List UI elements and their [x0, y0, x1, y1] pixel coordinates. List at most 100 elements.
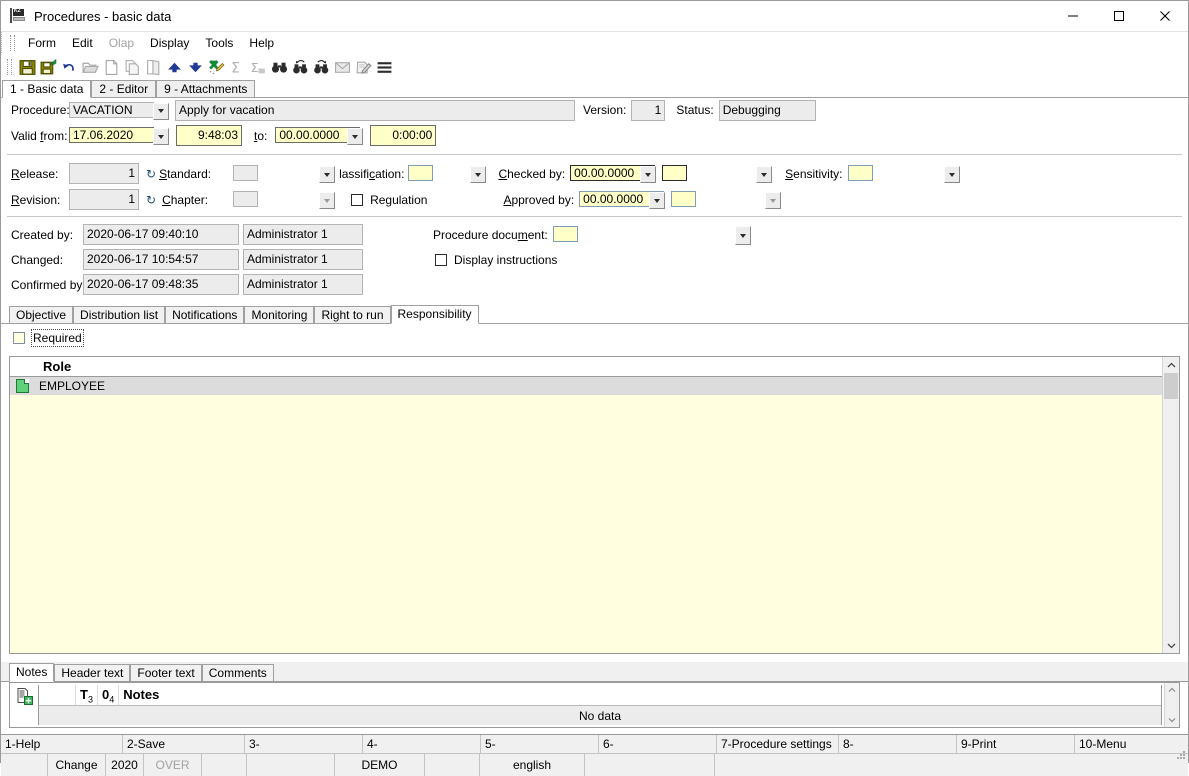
notes-column-0[interactable]: 04 — [98, 685, 119, 705]
chapter-history-icon[interactable]: ↻ — [146, 193, 156, 207]
fkey-6[interactable]: 6- — [599, 735, 717, 753]
chevron-down-icon[interactable] — [347, 128, 363, 145]
fkey-2-save[interactable]: 2-Save — [123, 735, 245, 753]
notes-column-t[interactable]: T3 — [76, 685, 98, 705]
approved-by-date-combo[interactable]: 00.00.0000 — [579, 190, 667, 209]
chevron-down-icon[interactable] — [153, 103, 169, 120]
notes-grid-header: T3 04 Notes — [39, 685, 1161, 706]
menu-drag-handle[interactable] — [10, 35, 15, 51]
required-checkbox[interactable] — [13, 332, 25, 344]
classification-value[interactable] — [408, 165, 433, 181]
valid-to-time-value[interactable]: 0:00:00 — [370, 125, 436, 146]
notes-scroll-up-icon[interactable] — [1168, 683, 1176, 697]
sensitivity-combo[interactable] — [848, 164, 962, 183]
chevron-down-icon[interactable] — [319, 192, 335, 209]
checked-by-date-combo[interactable]: 00.00.0000 — [570, 164, 658, 183]
export-excel-icon[interactable] — [206, 57, 227, 78]
status-cell-mode: Change — [48, 754, 106, 776]
find-next-icon[interactable] — [311, 57, 332, 78]
fkey-8[interactable]: 8- — [839, 735, 957, 753]
fkey-10-menu[interactable]: 10-Menu — [1075, 735, 1188, 753]
close-button[interactable] — [1142, 1, 1188, 31]
tab-basic-data[interactable]: 1 - Basic data — [2, 80, 91, 98]
approved-by-user-value[interactable] — [671, 191, 696, 207]
fkey-3[interactable]: 3- — [245, 735, 363, 753]
menu-icon[interactable] — [374, 57, 395, 78]
find-previous-icon[interactable] — [290, 57, 311, 78]
standard-value[interactable] — [233, 165, 258, 181]
procedure-document-combo[interactable] — [553, 224, 753, 245]
classification-combo[interactable] — [408, 164, 488, 183]
menu-help[interactable]: Help — [241, 34, 282, 52]
save-icon[interactable] — [17, 57, 38, 78]
notes-tab-footer-text[interactable]: Footer text — [130, 664, 201, 681]
down-arrow-icon[interactable] — [185, 57, 206, 78]
chevron-down-icon[interactable] — [735, 226, 751, 245]
fkey-4[interactable]: 4- — [363, 735, 481, 753]
tab-attachments[interactable]: 9 - Attachments — [156, 80, 255, 97]
tab-editor[interactable]: 2 - Editor — [91, 80, 156, 97]
sensitivity-value[interactable] — [848, 165, 873, 181]
chevron-down-icon[interactable] — [756, 166, 772, 183]
menu-edit[interactable]: Edit — [64, 34, 101, 52]
notes-column-notes[interactable]: Notes — [119, 685, 1161, 705]
chevron-down-icon[interactable] — [765, 192, 781, 209]
up-arrow-icon[interactable] — [164, 57, 185, 78]
table-row[interactable]: EMPLOYEE — [10, 377, 1179, 395]
chapter-combo[interactable] — [233, 190, 337, 209]
subtab-responsibility[interactable]: Responsibility — [391, 305, 479, 324]
chevron-down-icon[interactable] — [640, 166, 656, 183]
undo-icon[interactable] — [59, 57, 80, 78]
valid-to-date-combo[interactable]: 00.00.0000 — [275, 126, 365, 145]
find-icon[interactable] — [269, 57, 290, 78]
subtab-distribution-list[interactable]: Distribution list — [73, 306, 165, 323]
scroll-up-icon[interactable] — [1163, 357, 1179, 373]
menu-form[interactable]: Form — [20, 34, 64, 52]
scroll-down-icon[interactable] — [1163, 637, 1179, 653]
status-cell-7 — [425, 754, 480, 776]
notes-tab-notes[interactable]: Notes — [9, 663, 54, 682]
subtab-monitoring[interactable]: Monitoring — [244, 306, 314, 323]
approved-by-user-combo[interactable] — [671, 190, 783, 209]
grid-column-role[interactable]: Role — [43, 359, 71, 374]
fkey-1-help[interactable]: 1-Help — [1, 735, 123, 753]
toolbar-drag-handle[interactable] — [7, 59, 12, 75]
minimize-button[interactable] — [1050, 1, 1096, 31]
checked-by-user-combo[interactable] — [662, 164, 774, 183]
procedure-value[interactable]: VACATION — [69, 102, 154, 118]
save-as-icon[interactable] — [38, 57, 59, 78]
notes-vertical-scrollbar[interactable] — [1164, 683, 1179, 727]
menu-display[interactable]: Display — [142, 34, 197, 52]
standard-history-icon[interactable]: ↻ — [146, 167, 156, 181]
chevron-down-icon[interactable] — [319, 166, 335, 183]
subtab-notifications[interactable]: Notifications — [165, 306, 244, 323]
menu-tools[interactable]: Tools — [197, 34, 241, 52]
procedure-document-value[interactable] — [553, 226, 578, 242]
notes-scroll-down-icon[interactable] — [1168, 713, 1176, 727]
chevron-down-icon[interactable] — [470, 166, 486, 183]
scroll-thumb[interactable] — [1164, 373, 1178, 399]
valid-from-date-combo[interactable]: 17.06.2020 — [69, 126, 171, 145]
add-note-icon[interactable] — [10, 683, 38, 727]
subtab-right-to-run[interactable]: Right to run — [314, 306, 390, 323]
subtab-objective[interactable]: Objective — [9, 306, 73, 323]
display-instructions-checkbox[interactable] — [435, 254, 447, 266]
notes-tab-header-text[interactable]: Header text — [54, 664, 130, 681]
maximize-button[interactable] — [1096, 1, 1142, 31]
regulation-checkbox[interactable] — [351, 194, 363, 206]
notes-tab-comments[interactable]: Comments — [202, 664, 274, 681]
grid-vertical-scrollbar[interactable] — [1162, 357, 1179, 653]
fkey-5[interactable]: 5- — [481, 735, 599, 753]
fkey-7-procedure-settings[interactable]: 7-Procedure settings — [717, 735, 839, 753]
chevron-down-icon[interactable] — [944, 166, 960, 183]
checked-by-user-value[interactable] — [662, 165, 687, 181]
valid-from-time-value[interactable]: 9:48:03 — [176, 125, 242, 146]
procedure-combo[interactable]: VACATION — [69, 101, 171, 120]
fkey-9-print[interactable]: 9-Print — [957, 735, 1075, 753]
chapter-value[interactable] — [233, 191, 258, 207]
chevron-down-icon[interactable] — [649, 192, 665, 209]
valid-from-date-value[interactable]: 17.06.2020 — [69, 127, 154, 143]
chevron-down-icon[interactable] — [153, 128, 169, 145]
standard-combo[interactable] — [233, 164, 337, 183]
resize-grip-icon[interactable] — [1174, 748, 1186, 760]
